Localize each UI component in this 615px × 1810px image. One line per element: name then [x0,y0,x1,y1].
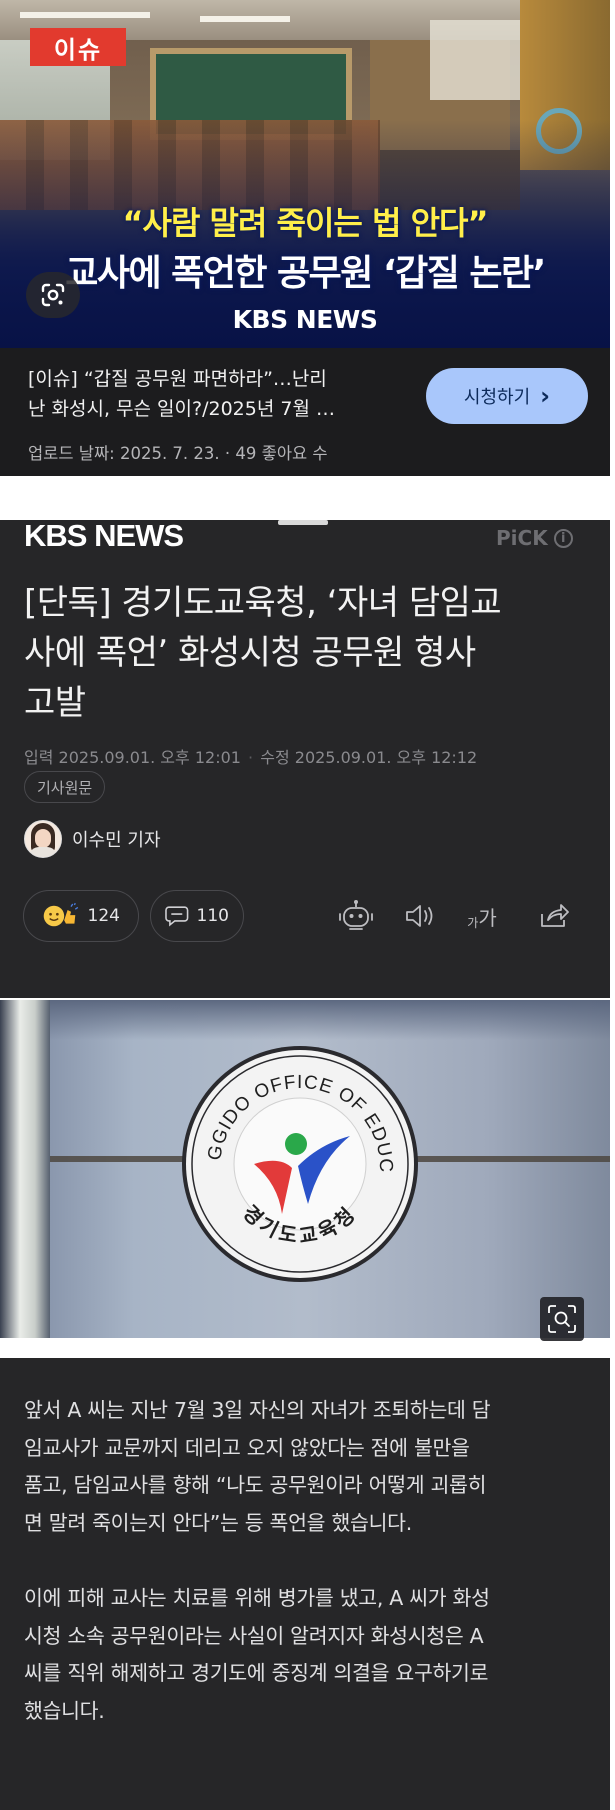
thumbnail-brand: KBS NEWS [232,305,378,334]
edit-date: 수정 2025.09.01. 오후 12:12 [260,748,478,767]
article-title: [단독] 경기도교육청, ‘자녀 담임교 사에 폭언’ 화성시청 공무원 형사 … [24,578,590,728]
body-line: 씨를 직위 해제하고 경기도에 중징계 의결을 요구하기로 [24,1661,489,1685]
video-title-line: 난 화성시, 무슨 일이?/2025년 7월 … [28,398,335,420]
chevron-right-icon: › [540,382,551,410]
article-title-line: 사에 폭언’ 화성시청 공무원 형사 [24,633,476,673]
original-article-link[interactable]: 기사원문 [24,771,106,803]
emoji-reaction-icon [43,902,79,927]
robot-summary-icon [339,900,373,930]
press-logo[interactable]: KBS NEWS [24,518,184,554]
comment-count: 110 [196,906,229,926]
article-title-line: [단독] 경기도교육청, ‘자녀 담임교 [24,583,502,623]
body-line: 했습니다. [24,1698,105,1723]
avatar [24,820,62,858]
video-title[interactable]: [이슈] “갑질 공무원 파면하라”…난리 난 화성시, 무슨 일이?/2025… [28,364,408,424]
body-line: 앞서 A 씨는 지난 7월 3일 자신의 자녀가 조퇴하는데 담 [24,1398,491,1422]
video-card[interactable]: 이슈 “사람 말려 죽이는 법 안다” 교사에 폭언한 공무원 ‘갑질 논란’ … [0,0,610,476]
font-size-icon: 가 가 [467,902,496,931]
photo-door-frame [0,1000,50,1338]
education-office-emblem: GYEONGGIDO OFFICE OF EDUCATION 경기도교육청 [180,1044,418,1282]
google-lens-button[interactable] [26,272,80,318]
body-line: 임교사가 교문까지 데리고 오지 않았다는 점에 불만을 [24,1435,470,1460]
photo-shadow [50,1000,610,1040]
reporter-name: 이수민 기자 [72,830,161,851]
input-date: 입력 2025.09.01. 오후 12:01 [24,748,241,767]
comment-icon [165,906,189,927]
thumbnail-light [20,12,150,18]
share-button[interactable] [534,896,574,936]
watch-button[interactable]: 시청하기 › [426,368,588,424]
listen-button[interactable] [400,896,440,936]
thumbnail-headline: 교사에 폭언한 공무원 ‘갑질 논란’ [65,253,546,294]
pick-text: PiCK [496,526,548,550]
date-separator: · [248,748,254,767]
zoom-button[interactable] [540,1297,584,1341]
video-title-line: [이슈] “갑질 공무원 파면하라”…난리 [28,368,327,390]
article-body: 앞서 A 씨는 지난 7월 3일 자신의 자녀가 조퇴하는데 담 임교사가 교문… [24,1392,590,1730]
info-icon[interactable]: i [553,528,573,548]
body-line: 이에 피해 교사는 치료를 위해 병가를 냈고, A 씨가 화성 [24,1586,490,1610]
body-line: 품고, 담임교사를 향해 “나도 공무원이라 어떻게 괴롭히 [24,1473,487,1497]
article-title-line: 고발 [24,683,86,723]
thumbnail-headline-quote: “사람 말려 죽이는 법 안다” [122,204,488,242]
google-lens-icon [41,283,65,307]
reaction-count: 124 [87,906,120,926]
pick-label[interactable]: PiCK i [496,526,573,550]
reporter-link[interactable]: 이수민 기자 [24,820,161,858]
speaker-icon [406,905,433,927]
thumbnail-window [430,20,520,100]
share-icon [541,904,569,927]
video-meta: 업로드 날짜: 2025. 7. 23. · 49 좋아요 수 [28,444,328,463]
comment-button[interactable]: 110 [150,890,244,942]
font-size-button[interactable]: 가 가 [462,896,502,936]
summary-button[interactable] [336,896,376,936]
video-thumbnail[interactable]: 이슈 “사람 말려 죽이는 법 안다” 교사에 폭언한 공무원 ‘갑질 논란’ … [0,0,610,348]
font-size-glyph-small: 가 [467,915,479,930]
reaction-button[interactable]: 124 [23,890,139,942]
body-line: 시청 소속 공무원이라는 사실이 알려지자 화성시청은 A [24,1623,484,1648]
zoom-icon [548,1305,576,1333]
watch-button-label: 시청하기 [463,387,531,408]
issue-badge: 이슈 [30,28,126,66]
body-line: 면 말려 죽이는지 안다”는 등 폭언을 했습니다. [24,1510,412,1535]
article-dates: 입력 2025.09.01. 오후 12:01 · 수정 2025.09.01.… [24,744,477,768]
thumbnail-light [200,16,290,22]
page-indicator [278,520,328,525]
font-size-glyph-large: 가 [478,905,497,930]
